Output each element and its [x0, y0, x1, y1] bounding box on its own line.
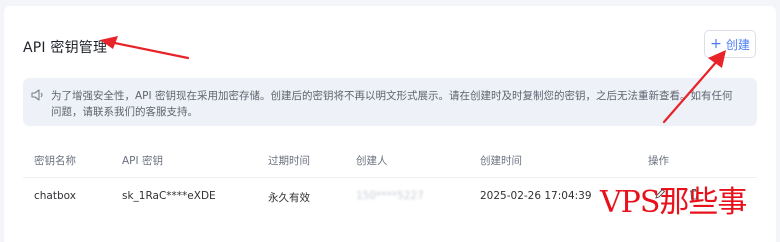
column-header-name: 密钥名称: [34, 155, 76, 167]
annotation-arrow-create: [662, 50, 726, 124]
key-name-cell: chatbox: [34, 190, 76, 202]
page-title: API 密钥管理: [23, 40, 108, 56]
created-at-cell: 2025-02-26 17:04:39: [480, 190, 592, 202]
column-header-key: API 密钥: [122, 155, 163, 167]
creator-cell: 150****5227: [356, 190, 424, 202]
column-header-creator: 创建人: [356, 155, 388, 167]
column-header-expires: 过期时间: [268, 155, 310, 167]
expires-cell: 永久有效: [268, 192, 310, 204]
notice-banner: 为了增强安全性，API 密钥现在采用加密存储。创建后的密钥将不再以明文形式展示。…: [23, 78, 757, 126]
speaker-icon: [31, 89, 43, 101]
notice-text: 为了增强安全性，API 密钥现在采用加密存储。创建后的密钥将不再以明文形式展示。…: [51, 90, 733, 118]
annotation-arrow-title: [100, 36, 190, 60]
api-key-cell: sk_1RaC****eXDE: [122, 190, 216, 202]
watermark: VPS那些事: [600, 185, 747, 220]
table-header-divider: [23, 177, 757, 178]
column-header-actions: 操作: [648, 155, 669, 167]
column-header-created-at: 创建时间: [480, 155, 522, 167]
